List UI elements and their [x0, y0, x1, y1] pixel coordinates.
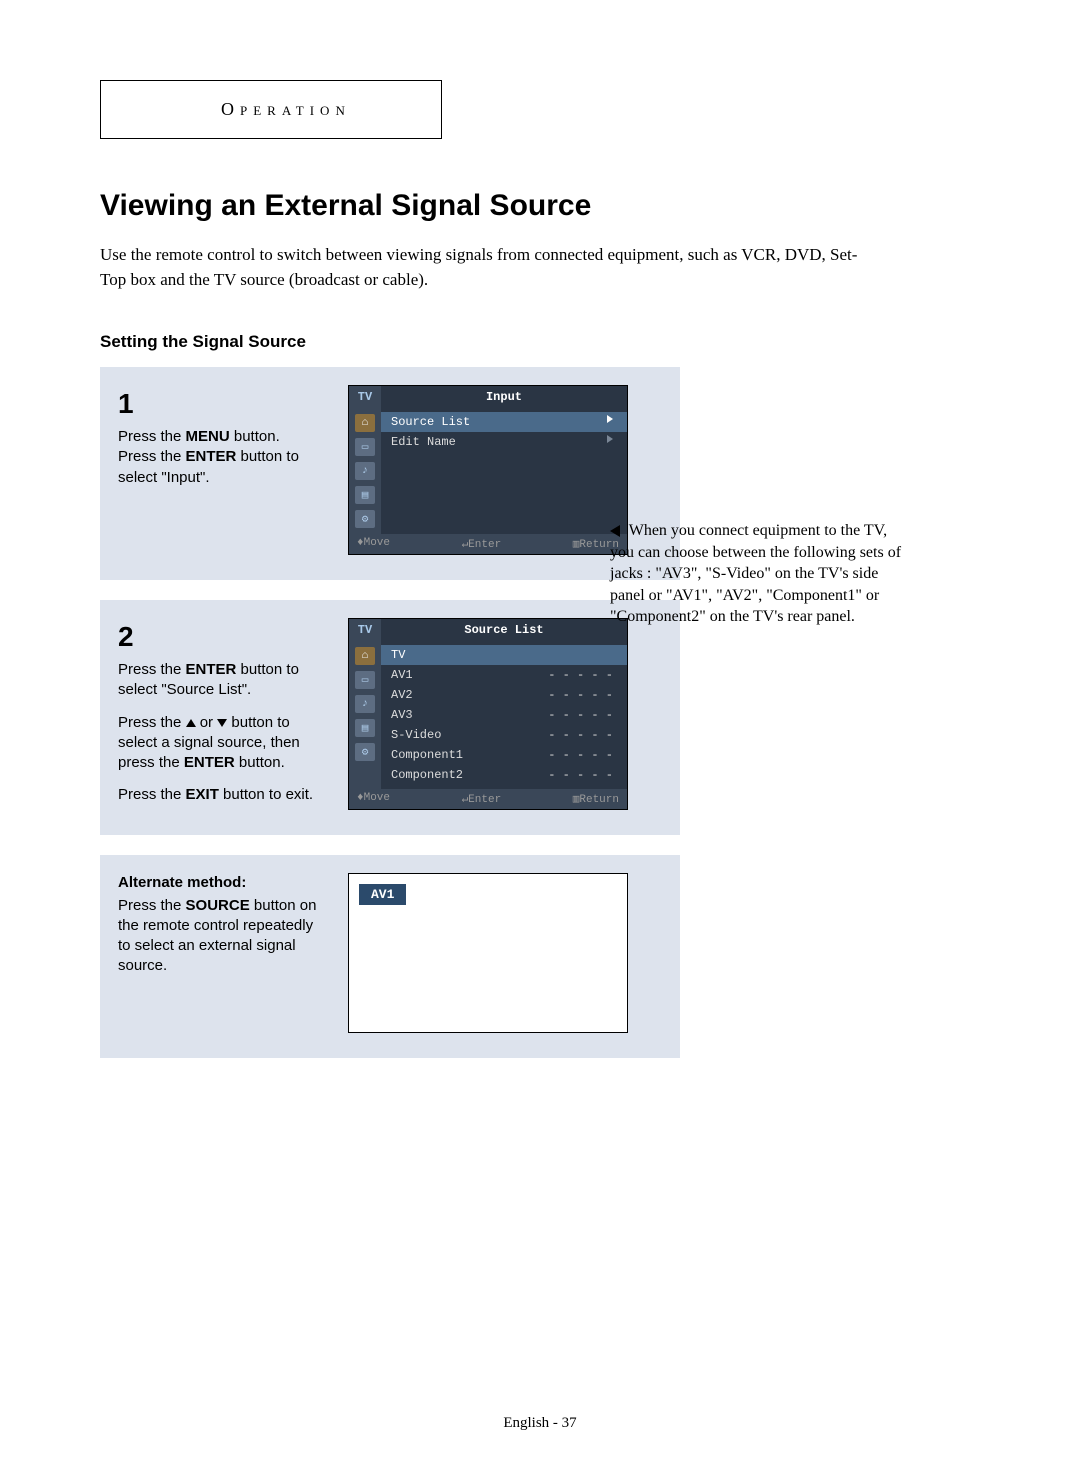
- step-2-line-2: Press the or button to select a signal s…: [118, 713, 328, 774]
- menu-tv-label: TV: [349, 623, 381, 637]
- alternate-text: Alternate method: Press the SOURCE butto…: [118, 873, 328, 1033]
- input-menu-list: Source List Edit Name: [381, 408, 627, 534]
- menu-side-icons: ⌂ ▭ ♪ ▤ ⚙: [349, 408, 381, 534]
- menu-item-edit-name: Edit Name: [381, 432, 627, 452]
- chevron-right-icon: [607, 415, 613, 423]
- menu-footer: ♦Move ↵Enter ▥Return: [349, 789, 627, 809]
- side-note: When you connect equipment to the TV, yo…: [610, 520, 910, 628]
- up-arrow-icon: [186, 719, 196, 727]
- channel-icon: ▤: [355, 719, 375, 737]
- menu-title-input: Input: [381, 386, 627, 408]
- footer-move: ♦Move: [357, 792, 390, 806]
- source-item-svideo: S-Video- - - - -: [381, 725, 627, 745]
- source-item-av1: AV1- - - - -: [381, 665, 627, 685]
- input-icon: ⌂: [355, 647, 375, 665]
- step-2-line-1: Press the ENTER button to select "Source…: [118, 660, 328, 701]
- step-1-block: 1 Press the MENU button. Press the ENTER…: [100, 367, 680, 580]
- menu-item-source-list: Source List: [381, 412, 627, 432]
- section-header-box: Operation: [100, 80, 442, 139]
- footer-return: ▥Return: [573, 792, 619, 806]
- footer-enter: ↵Enter: [462, 537, 502, 551]
- source-list: TV AV1- - - - - AV2- - - - - AV3- - - - …: [381, 641, 627, 789]
- source-item-component1: Component1- - - - -: [381, 745, 627, 765]
- channel-icon: ▤: [355, 486, 375, 504]
- sound-icon: ♪: [355, 462, 375, 480]
- input-icon: ⌂: [355, 414, 375, 432]
- footer-move: ♦Move: [357, 537, 390, 551]
- alternate-heading: Alternate method:: [118, 873, 328, 893]
- intro-text: Use the remote control to switch between…: [100, 243, 880, 292]
- step-1-text: 1 Press the MENU button. Press the ENTER…: [118, 385, 328, 555]
- page-title: Viewing an External Signal Source: [100, 189, 980, 223]
- picture-icon: ▭: [355, 671, 375, 689]
- sound-icon: ♪: [355, 695, 375, 713]
- source-item-av2: AV2- - - - -: [381, 685, 627, 705]
- menu-title-sourcelist: Source List: [381, 619, 627, 641]
- step-2-number: 2: [118, 618, 328, 656]
- setup-icon: ⚙: [355, 510, 375, 528]
- menu-footer: ♦Move ↵Enter ▥Return: [349, 534, 627, 554]
- step-2-line-3: Press the EXIT button to exit.: [118, 785, 328, 805]
- source-item-tv: TV: [381, 645, 627, 665]
- section-header: Operation: [221, 99, 351, 119]
- source-item-component2: Component2- - - - -: [381, 765, 627, 785]
- step-1-line-1: Press the MENU button.: [118, 427, 328, 447]
- source-list-menu-screenshot: TV Source List ⌂ ▭ ♪ ▤ ⚙ TV AV1- - - - -: [348, 618, 628, 810]
- menu-side-icons: ⌂ ▭ ♪ ▤ ⚙: [349, 641, 381, 789]
- alternate-method-block: Alternate method: Press the SOURCE butto…: [100, 855, 680, 1058]
- step-2-block: 2 Press the ENTER button to select "Sour…: [100, 600, 680, 835]
- step-2-screen: TV Source List ⌂ ▭ ♪ ▤ ⚙ TV AV1- - - - -: [348, 618, 662, 810]
- picture-icon: ▭: [355, 438, 375, 456]
- footer-enter: ↵Enter: [462, 792, 502, 806]
- alternate-line: Press the SOURCE button on the remote co…: [118, 896, 328, 977]
- step-1-line-2: Press the ENTER button to select "Input"…: [118, 447, 328, 488]
- side-note-text: When you connect equipment to the TV, yo…: [610, 522, 901, 625]
- step-2-text: 2 Press the ENTER button to select "Sour…: [118, 618, 328, 810]
- av1-screenshot: AV1: [348, 873, 628, 1033]
- menu-tv-label: TV: [349, 390, 381, 404]
- down-arrow-icon: [217, 719, 227, 727]
- setup-icon: ⚙: [355, 743, 375, 761]
- chevron-right-icon: [607, 435, 613, 443]
- triangle-left-icon: [610, 525, 620, 537]
- input-menu-screenshot: TV Input ⌂ ▭ ♪ ▤ ⚙ Source List: [348, 385, 628, 555]
- page-number: English - 37: [0, 1415, 1080, 1432]
- av1-badge: AV1: [359, 884, 406, 905]
- source-item-av3: AV3- - - - -: [381, 705, 627, 725]
- sub-heading: Setting the Signal Source: [100, 332, 980, 352]
- alternate-screen: AV1: [348, 873, 662, 1033]
- step-1-number: 1: [118, 385, 328, 423]
